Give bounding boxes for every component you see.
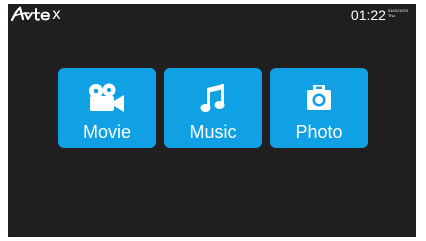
- avtex-logo-mark: [11, 6, 50, 22]
- brand-logo: x: [11, 5, 62, 23]
- movie-tile[interactable]: Movie: [58, 68, 156, 148]
- photo-camera-icon: [307, 85, 331, 110]
- clock-time: 01:22: [350, 7, 386, 23]
- movie-camera-icon: [89, 83, 124, 112]
- movie-label: Movie: [82, 122, 131, 142]
- media-menu: Movie Music Photo: [58, 68, 368, 148]
- status-clock: 01:22 01/01/1970 Thu: [351, 7, 408, 23]
- photo-label: Photo: [295, 122, 343, 142]
- clock-meta: 01/01/1970 Thu: [388, 8, 408, 18]
- music-note-icon: [200, 84, 225, 112]
- photo-tile[interactable]: Photo: [270, 68, 368, 148]
- media-home-screen: x 01:22 01/01/1970 Thu Movie Music Photo: [8, 4, 416, 237]
- music-tile[interactable]: Music: [164, 68, 262, 148]
- music-label: Music: [189, 122, 237, 142]
- logo-text-tail: x: [52, 5, 62, 23]
- clock-day: Thu: [387, 13, 395, 18]
